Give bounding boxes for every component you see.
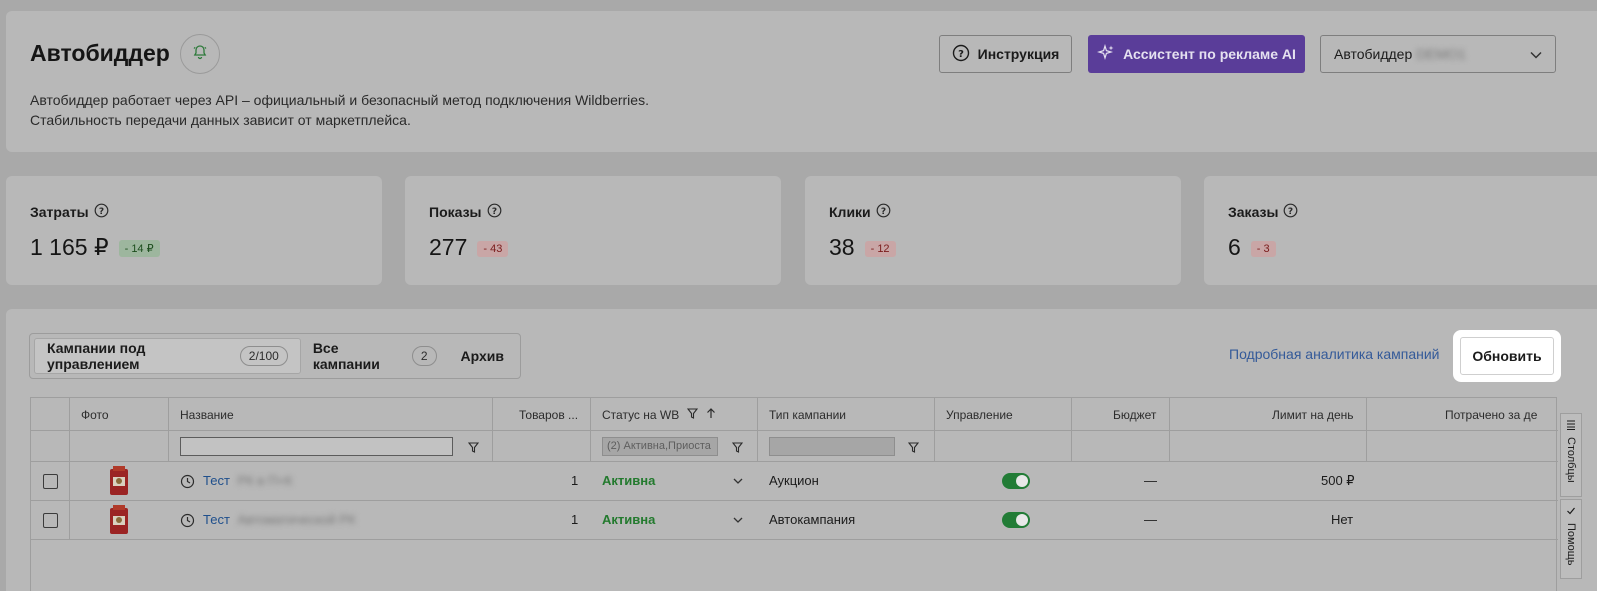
- filter-icon[interactable]: [907, 440, 920, 458]
- control-toggle[interactable]: [1002, 473, 1030, 489]
- campaign-budget: —: [1144, 512, 1157, 527]
- svg-text:?: ?: [881, 207, 886, 217]
- campaign-name-link[interactable]: Тест РК в П+К: [203, 473, 292, 488]
- metric-card-costs: Затраты ? 1 165 ₽ - 14 ₽: [6, 176, 382, 285]
- row-checkbox[interactable]: [43, 474, 58, 489]
- question-icon[interactable]: ?: [1283, 203, 1298, 221]
- delta-badge: - 14 ₽: [118, 240, 160, 257]
- page-title: Автобиддер: [30, 40, 170, 66]
- columns-side-tab[interactable]: Столбцы: [1560, 413, 1582, 497]
- column-header-limit[interactable]: Лимит на день: [1272, 408, 1354, 422]
- campaign-type: Аукцион: [769, 473, 819, 488]
- notifications-button[interactable]: [180, 34, 220, 74]
- column-header-budget[interactable]: Бюджет: [1113, 408, 1156, 422]
- clock-icon: [180, 474, 195, 494]
- clock-icon: [180, 513, 195, 533]
- question-icon[interactable]: ?: [94, 203, 109, 221]
- campaign-analytics-link[interactable]: Подробная аналитика кампаний: [1229, 346, 1440, 362]
- page-description: Автобиддер работает через API – официаль…: [30, 92, 649, 128]
- instruction-button[interactable]: ? Инструкция: [939, 35, 1072, 73]
- tab-count-badge: 2/100: [239, 346, 288, 366]
- sparkle-icon: [1097, 43, 1115, 65]
- daily-limit: 500 ₽: [1321, 473, 1355, 488]
- campaign-status: Активна: [602, 473, 656, 488]
- row-checkbox[interactable]: [43, 513, 58, 528]
- question-icon: ?: [952, 44, 970, 65]
- column-header-photo[interactable]: Фото: [81, 408, 109, 422]
- campaign-name-link[interactable]: Тест Автоматической РК: [203, 512, 356, 527]
- control-toggle[interactable]: [1002, 512, 1030, 528]
- table-header-row: Фото Название Товаров ... Статус на WB Т…: [31, 398, 1558, 431]
- bidder-select[interactable]: Автобиддер DEMO1: [1320, 35, 1556, 73]
- delta-badge: - 43: [477, 240, 509, 257]
- table-filter-row: (2) Активна,Приоста: [31, 431, 1558, 462]
- columns-icon: [1566, 420, 1576, 433]
- question-icon[interactable]: ?: [487, 203, 502, 221]
- metric-card-orders: Заказы ? 6- 3: [1204, 176, 1597, 285]
- metric-card-clicks: Клики ? 38- 12: [805, 176, 1181, 285]
- column-header-control[interactable]: Управление: [946, 408, 1013, 422]
- chevron-down-icon[interactable]: [732, 513, 744, 531]
- campaigns-table: Фото Название Товаров ... Статус на WB Т…: [30, 397, 1582, 591]
- product-thumbnail: [110, 505, 128, 534]
- refresh-highlight: Обновить: [1453, 330, 1561, 382]
- goods-count: 1: [571, 512, 579, 527]
- campaign-status: Активна: [602, 512, 656, 527]
- filter-icon[interactable]: [687, 408, 699, 422]
- svg-text:?: ?: [491, 207, 496, 217]
- metric-card-impressions: Показы ? 277- 43: [405, 176, 781, 285]
- daily-limit: Нет: [1331, 512, 1354, 527]
- delta-badge: - 3: [1250, 240, 1276, 257]
- column-header-spent[interactable]: Потрачено за де: [1445, 408, 1537, 422]
- column-header-status[interactable]: Статус на WB: [602, 408, 716, 422]
- product-thumbnail: [110, 466, 128, 495]
- campaign-tabs: Кампании под управлением 2/100 Все кампа…: [29, 333, 521, 379]
- column-header-name[interactable]: Название: [180, 408, 234, 422]
- campaign-type: Автокампания: [769, 512, 856, 527]
- chevron-down-icon[interactable]: [732, 474, 744, 492]
- filter-icon[interactable]: [467, 440, 480, 458]
- column-header-type[interactable]: Тип кампании: [769, 408, 846, 422]
- bell-icon: [192, 44, 208, 65]
- question-icon[interactable]: ?: [876, 203, 891, 221]
- column-header-goods[interactable]: Товаров ...: [519, 408, 578, 422]
- sort-up-icon[interactable]: [706, 408, 716, 422]
- name-filter-input[interactable]: [180, 437, 453, 456]
- delta-badge: - 12: [864, 240, 896, 257]
- status-filter-input[interactable]: (2) Активна,Приоста: [602, 437, 718, 456]
- ai-assistant-button[interactable]: Ассистент по рекламе AI: [1088, 35, 1305, 73]
- tab-count-badge: 2: [411, 346, 437, 366]
- help-side-tab[interactable]: Помощь: [1560, 499, 1582, 579]
- campaign-budget: —: [1144, 473, 1157, 488]
- refresh-button[interactable]: Обновить: [1460, 337, 1554, 375]
- table-row: Тест Автоматической РК 1 Активна Автокам…: [31, 501, 1558, 540]
- goods-count: 1: [571, 473, 579, 488]
- table-row: Тест РК в П+К 1 Активна Аукцион — 500 ₽: [31, 462, 1558, 501]
- svg-text:?: ?: [958, 49, 964, 60]
- svg-text:?: ?: [1288, 207, 1293, 217]
- check-icon: [1566, 506, 1576, 519]
- chevron-down-icon: [1529, 48, 1543, 65]
- header-card: Автобиддер Автобиддер работает через API…: [6, 11, 1597, 152]
- bidder-select-value: DEMO1: [1416, 46, 1467, 62]
- filter-icon[interactable]: [731, 440, 744, 458]
- tab-archive[interactable]: Архив: [449, 338, 516, 374]
- campaigns-card: Кампании под управлением 2/100 Все кампа…: [6, 309, 1597, 591]
- type-filter-input[interactable]: [769, 437, 895, 456]
- svg-text:?: ?: [98, 207, 103, 217]
- tab-all-campaigns[interactable]: Все кампании 2: [301, 338, 449, 374]
- tab-managed-campaigns[interactable]: Кампании под управлением 2/100: [34, 338, 301, 374]
